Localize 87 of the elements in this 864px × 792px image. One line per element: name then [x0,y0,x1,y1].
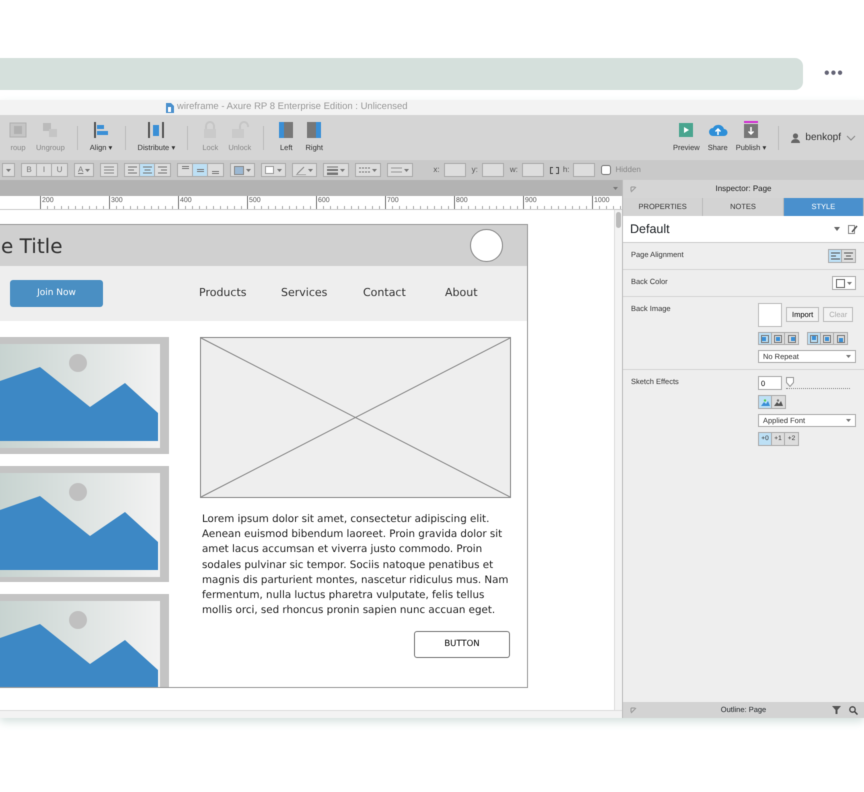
caret-icon [6,168,11,172]
option-button[interactable] [759,333,772,344]
line-weight-dropdown[interactable] [323,163,350,177]
caret-icon [340,168,346,172]
caret-icon [846,355,851,358]
line-style-icon [359,166,370,174]
slider-track[interactable] [786,377,850,389]
align-lines-icon [180,166,190,169]
swatch-icon [836,278,845,288]
input-field[interactable] [573,163,596,177]
line-color-dropdown[interactable] [292,163,318,177]
option-button[interactable] [808,333,821,344]
scrollbar[interactable] [0,710,622,718]
arrow-style-icon [391,166,402,174]
align-lines-icon [196,168,205,172]
arrow-style-dropdown[interactable] [387,163,414,177]
caret-icon [404,168,410,172]
shadow-icon [265,166,276,174]
bracket-icon[interactable] [550,166,559,174]
align-lines-icon [128,166,137,174]
caret-icon [372,168,378,172]
option-button[interactable] [821,333,834,344]
user-menu[interactable]: benkopf [787,130,860,145]
fill-color-icon [234,166,244,174]
line-style-dropdown[interactable] [355,163,382,177]
line-color-icon [296,166,306,174]
caret-icon [846,419,851,422]
scrollbar[interactable] [614,210,622,710]
checkbox-label: Hidden [615,164,641,176]
caret-icon [85,168,90,172]
list-button[interactable] [100,163,118,177]
fill-color-dropdown[interactable] [230,163,256,177]
window-title: wireframe - Axure RP 8 Enterprise Edition : Unlicensed [177,100,408,114]
option-button[interactable] [829,250,842,262]
field-label: x: [433,164,440,176]
text-style-button[interactable]: I [37,164,52,176]
caret-icon [847,282,852,284]
edit-icon[interactable] [848,224,858,234]
collapse-icon[interactable] [630,706,637,714]
search-icon[interactable] [849,706,858,714]
group-icon [8,121,28,140]
chevron-icon [846,134,856,140]
align-lines-icon [142,166,152,174]
slider-thumb[interactable] [786,377,794,387]
input-field[interactable] [444,163,466,177]
option-button[interactable] [842,250,855,262]
image-well[interactable] [758,303,782,327]
collapse-icon[interactable] [630,186,637,192]
align-lines-icon [211,171,220,174]
caret-icon [246,168,252,172]
list-icon [104,166,114,174]
body-text: Lorem ipsum dolor sit amet, consectetur adipiscing elit. Aenean euismod bibendum laoreet. Proin gravida dolor sit amet lacus accumsan et viverra justo commodo. Proin sodales pulvinar sic tempor. Sociis natoque penatibus et magnis dis parturient montes, nascetur ridiculus mus. Nam fermentum, nulla luctus pharetra vulputate, felis tellus mollis orci, sed rhoncus pronin sapien nunc accuan eget. [202,512,510,618]
nav-link[interactable]: Contact [363,285,445,302]
field-label: w: [510,164,518,176]
user-icon [791,132,800,142]
align-lines-icon [158,166,168,174]
filter-icon[interactable] [832,706,841,714]
field-label: h: [562,164,570,176]
option-button[interactable] [785,333,798,344]
page-title: e Title [1,232,63,260]
caret-icon[interactable] [834,227,840,231]
nav-link[interactable]: Services [281,285,363,302]
caret-icon [308,168,314,172]
field-label: y: [472,164,478,176]
wireframe-button[interactable]: BUTTON [414,631,510,658]
option-button[interactable] [834,333,847,344]
nav-link[interactable]: About [445,285,527,302]
join-button[interactable]: Join Now [10,280,103,307]
input-field[interactable] [482,163,504,177]
panel-title: Inspector: Page [715,183,772,195]
style-name: Default [630,220,671,238]
checkbox[interactable] [601,165,612,175]
option-button[interactable] [772,333,785,344]
input-field[interactable] [522,163,544,177]
line-weight-icon [327,166,338,174]
color-dropdown[interactable] [832,276,856,290]
shadow-dropdown[interactable] [261,163,286,177]
caret-icon [277,168,282,172]
text-align-button[interactable] [140,164,156,176]
vertical-align-button[interactable] [193,164,208,176]
document-icon [165,102,174,112]
distribute-icon [146,121,166,140]
logo-circle [470,229,503,262]
option-button[interactable] [759,396,772,408]
font-dropdown[interactable] [2,163,15,177]
nav-link[interactable]: Products [199,285,281,302]
more-menu[interactable]: ••• [824,62,844,86]
